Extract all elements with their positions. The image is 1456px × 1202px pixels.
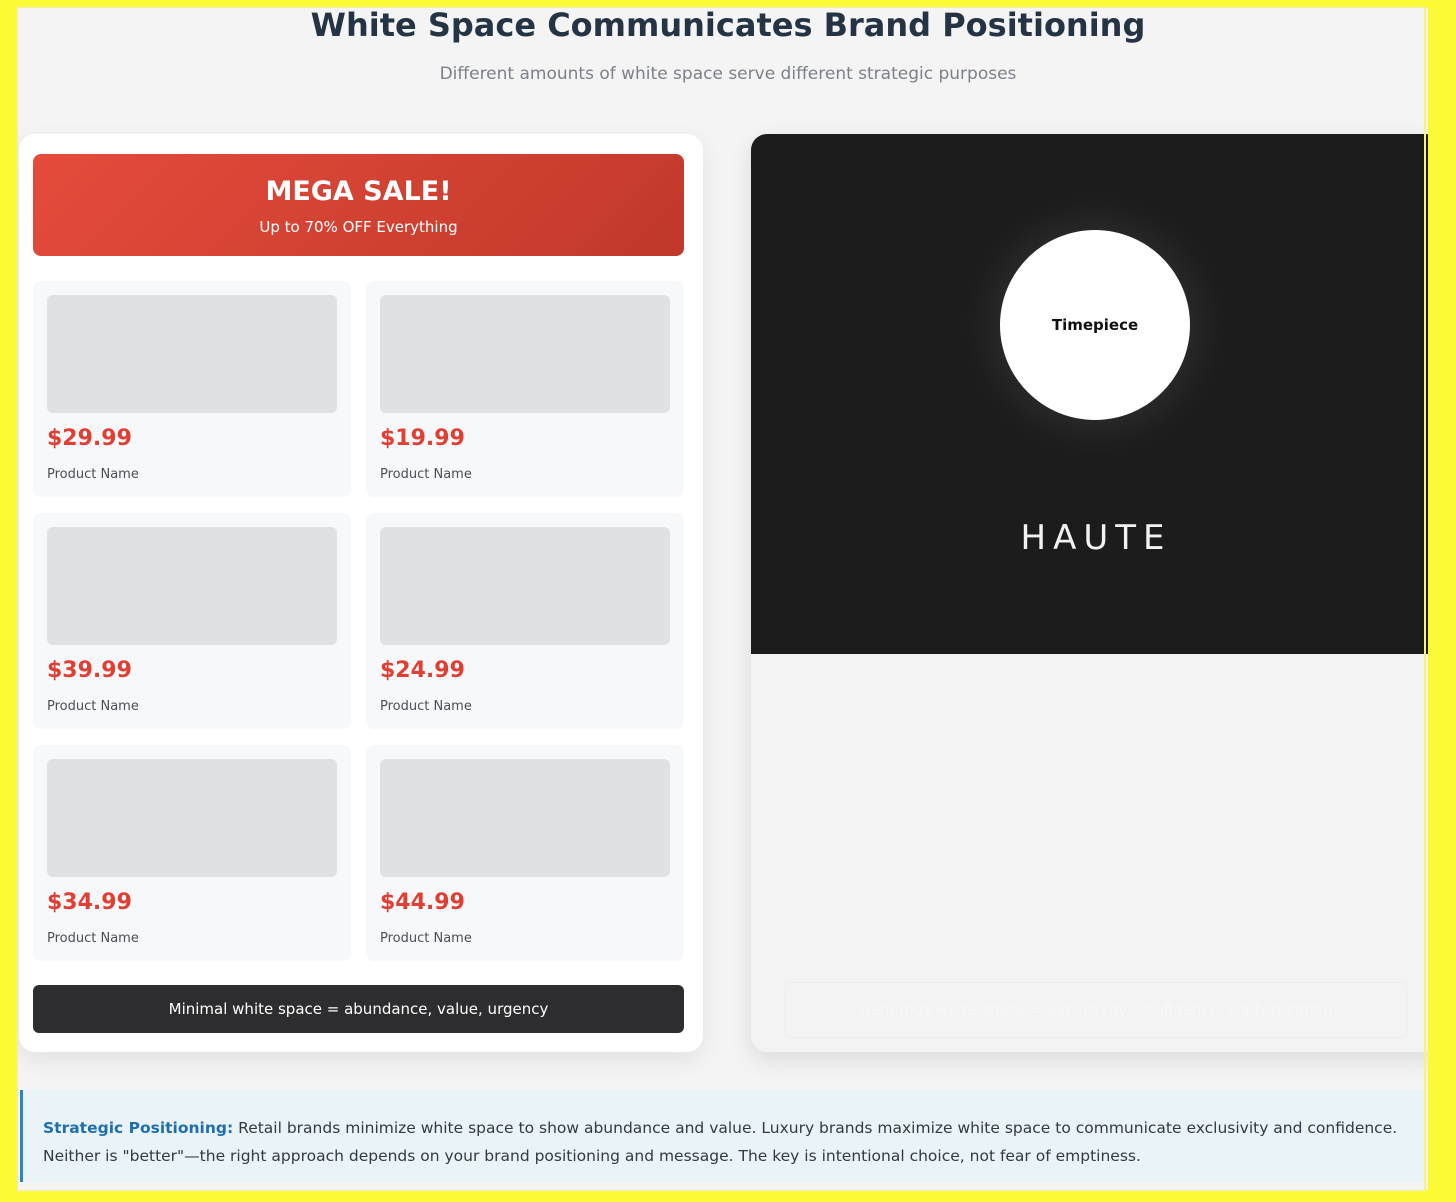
product-price: $34.99 bbox=[47, 890, 132, 915]
product-name: Product Name bbox=[47, 931, 139, 946]
product-price: $19.99 bbox=[380, 426, 465, 451]
product-card[interactable]: $29.99 Product Name bbox=[33, 281, 351, 497]
product-image-placeholder bbox=[380, 295, 670, 413]
luxury-caption: Generous white space = exclusivity, conf… bbox=[785, 982, 1407, 1038]
product-card[interactable]: $19.99 Product Name bbox=[366, 281, 684, 497]
product-card[interactable]: $44.99 Product Name bbox=[366, 745, 684, 961]
product-name: Product Name bbox=[47, 467, 139, 482]
note-text: Retail brands minimize white space to sh… bbox=[43, 1119, 1398, 1165]
product-card[interactable]: $34.99 Product Name bbox=[33, 745, 351, 961]
page-subtitle: Different amounts of white space serve d… bbox=[439, 64, 1017, 84]
product-name: Product Name bbox=[380, 699, 472, 714]
product-price: $44.99 bbox=[380, 890, 465, 915]
product-image-placeholder bbox=[47, 759, 337, 877]
sale-banner-title: MEGA SALE! bbox=[265, 176, 452, 207]
luxury-panel: Timepiece HAUTE Generous white space = e… bbox=[751, 134, 1441, 1052]
sale-banner[interactable]: MEGA SALE! Up to 70% OFF Everything bbox=[33, 154, 684, 256]
product-image-placeholder bbox=[47, 295, 337, 413]
product-price: $39.99 bbox=[47, 658, 132, 683]
retail-caption: Minimal white space = abundance, value, … bbox=[33, 985, 684, 1033]
product-card[interactable]: $24.99 Product Name bbox=[366, 513, 684, 729]
product-price: $29.99 bbox=[47, 426, 132, 451]
luxury-product-circle[interactable]: Timepiece bbox=[1000, 230, 1190, 420]
strategic-note: Strategic Positioning: Retail brands min… bbox=[20, 1090, 1424, 1182]
page-title: White Space Communicates Brand Positioni… bbox=[310, 6, 1146, 44]
luxury-brand-name: HAUTE bbox=[1020, 518, 1172, 558]
product-image-placeholder bbox=[47, 527, 337, 645]
retail-panel: MEGA SALE! Up to 70% OFF Everything $29.… bbox=[19, 134, 703, 1052]
sale-banner-subtitle: Up to 70% OFF Everything bbox=[259, 218, 458, 236]
product-card[interactable]: $39.99 Product Name bbox=[33, 513, 351, 729]
product-name: Product Name bbox=[47, 699, 139, 714]
product-price: $24.99 bbox=[380, 658, 465, 683]
product-image-placeholder bbox=[380, 759, 670, 877]
product-name: Product Name bbox=[380, 467, 472, 482]
note-label: Strategic Positioning: bbox=[43, 1119, 234, 1137]
luxury-hero: Timepiece HAUTE bbox=[751, 134, 1441, 654]
product-image-placeholder bbox=[380, 527, 670, 645]
product-name: Product Name bbox=[380, 931, 472, 946]
